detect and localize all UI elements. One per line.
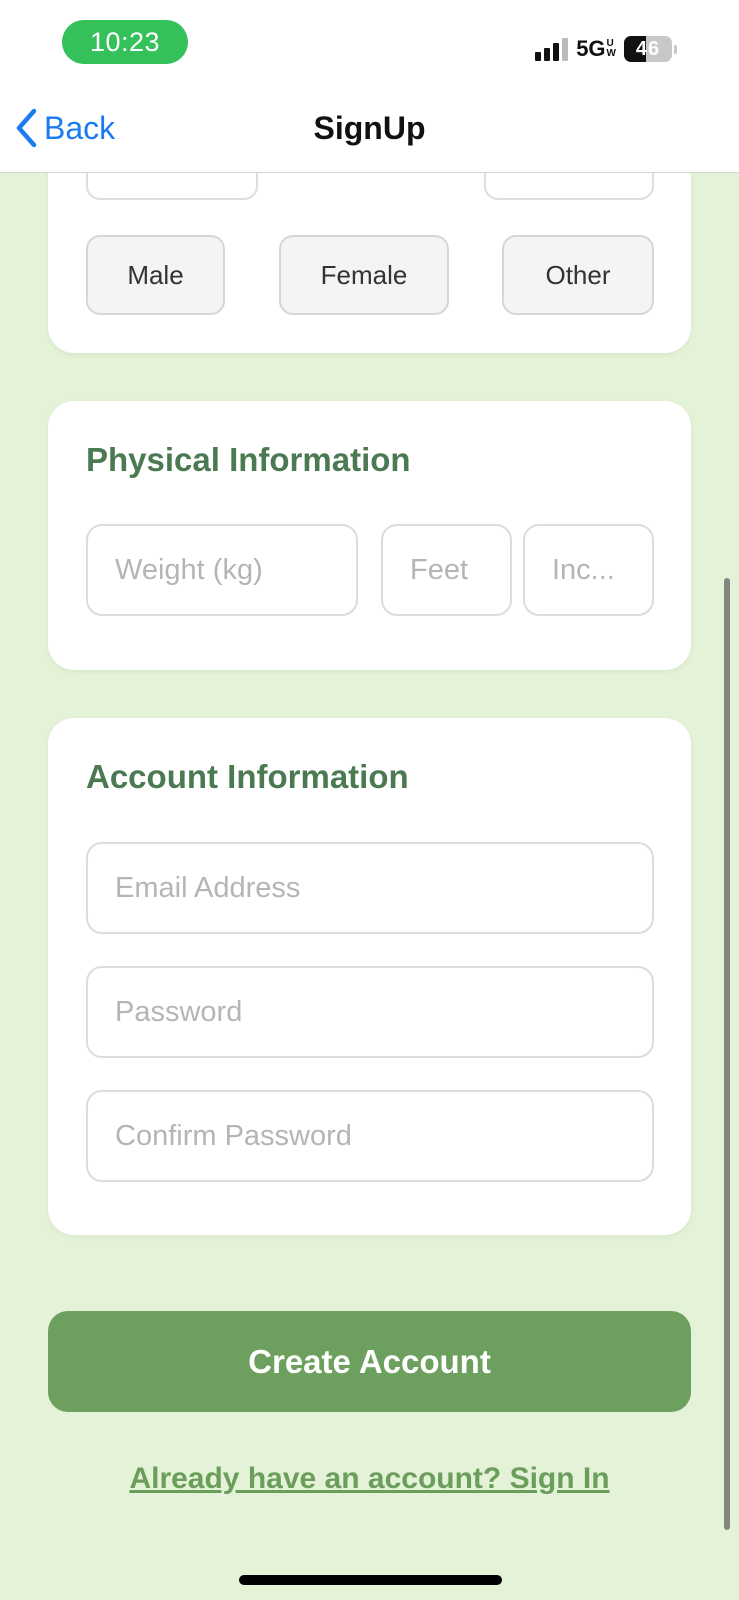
network-sub: U W — [606, 38, 616, 59]
scrollbar[interactable] — [724, 578, 730, 1530]
password-field[interactable]: Password — [86, 966, 654, 1058]
account-info-title: Account Information — [86, 758, 409, 795]
battery-cap — [674, 44, 677, 54]
confirm-password-field[interactable]: Confirm Password — [86, 1090, 654, 1182]
battery-level: 46 — [635, 37, 661, 60]
home-indicator[interactable] — [239, 1575, 502, 1585]
status-time: 10:23 — [62, 20, 188, 64]
network-indicator: 5G U W — [576, 36, 616, 62]
height-feet-input[interactable]: Feet — [381, 524, 512, 616]
gender-option-female[interactable]: Female — [279, 235, 449, 315]
network-label: 5G — [576, 36, 606, 61]
weight-input[interactable]: Weight (kg) — [86, 524, 358, 616]
physical-info-card: Physical Information Weight (kg) Feet In… — [48, 401, 691, 670]
page-title: SignUp — [313, 110, 426, 146]
cellular-signal-icon — [535, 37, 569, 61]
battery-icon: 46 — [624, 36, 672, 62]
sign-in-link[interactable]: Already have an account? Sign In — [0, 1462, 739, 1496]
top-bar: 10:23 5G U W 46 Back SignUp — [0, 0, 739, 173]
status-icons: 5G U W 46 — [535, 34, 677, 64]
account-info-card: Account Information Email Address Passwo… — [48, 718, 691, 1235]
create-account-button[interactable]: Create Account — [48, 1311, 691, 1412]
email-field[interactable]: Email Address — [86, 842, 654, 934]
gender-option-other[interactable]: Other — [502, 235, 654, 315]
gender-option-male[interactable]: Male — [86, 235, 225, 315]
physical-info-title: Physical Information — [86, 441, 411, 478]
height-inches-input[interactable]: Inc... — [523, 524, 654, 616]
